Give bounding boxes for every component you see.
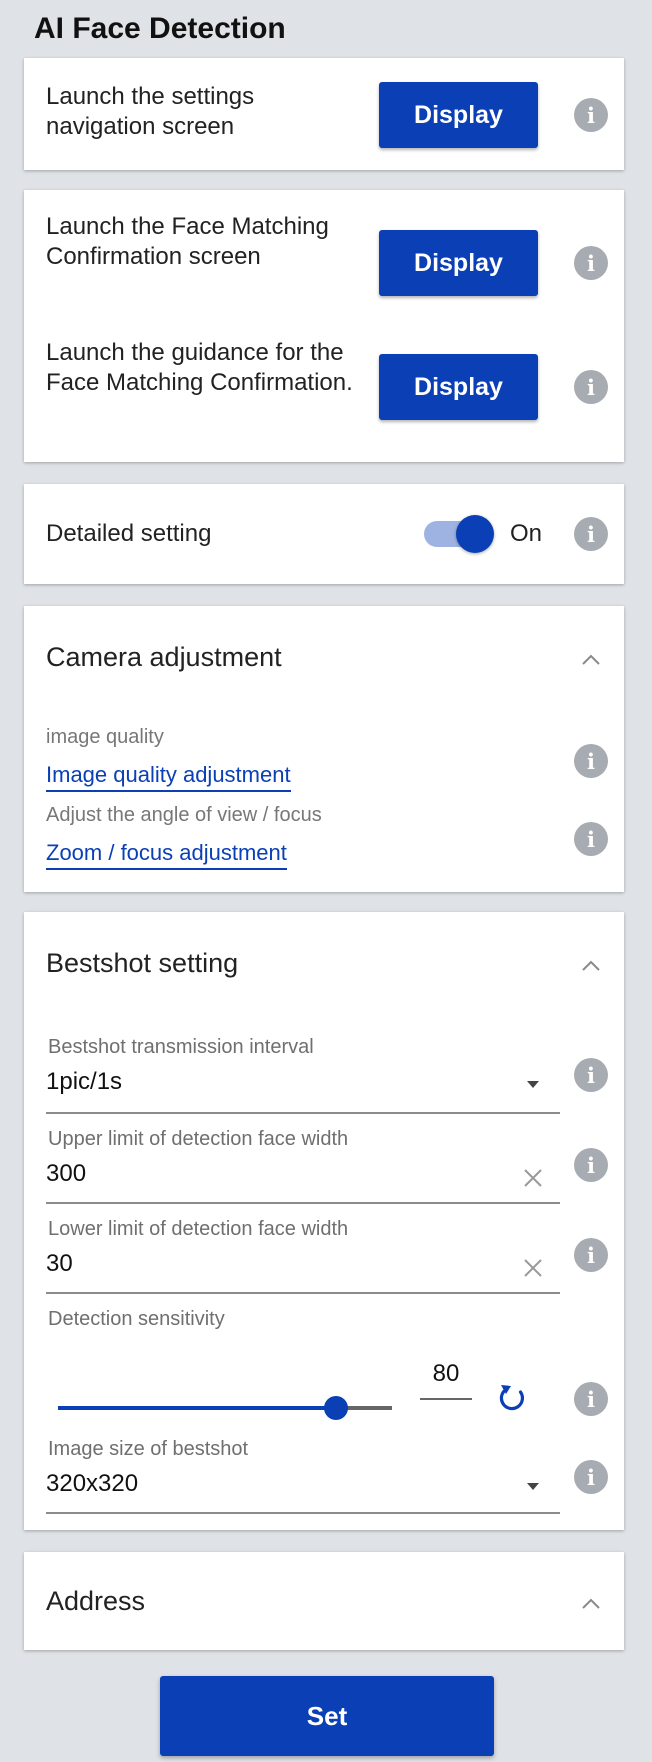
lower-limit-input[interactable]: 30 <box>46 1250 73 1278</box>
face-matching-confirmation-display-button[interactable]: Display <box>379 230 538 296</box>
face-matching-guidance-display-button[interactable]: Display <box>379 354 538 420</box>
detailed-setting-card: Detailed setting On i <box>24 484 624 584</box>
info-icon[interactable]: i <box>574 517 608 551</box>
face-matching-guidance-label: Launch the guidance for the Face Matchin… <box>46 339 353 396</box>
clear-icon[interactable] <box>520 1165 546 1191</box>
chevron-up-icon[interactable] <box>576 956 606 976</box>
lower-limit-label: Lower limit of detection face width <box>48 1218 349 1240</box>
info-icon[interactable]: i <box>574 98 608 132</box>
image-quality-caption: image quality <box>46 726 164 748</box>
upper-limit-input[interactable]: 300 <box>46 1160 86 1188</box>
set-button[interactable]: Set <box>160 1676 494 1756</box>
info-icon[interactable]: i <box>574 1382 608 1416</box>
detailed-setting-state: On <box>510 520 543 547</box>
info-icon[interactable]: i <box>574 246 608 280</box>
settings-navigation-display-button[interactable]: Display <box>379 82 538 148</box>
camera-adjustment-title: Camera adjustment <box>46 642 282 672</box>
info-icon[interactable]: i <box>574 744 608 778</box>
detection-sensitivity-label: Detection sensitivity <box>48 1308 225 1330</box>
info-icon[interactable]: i <box>574 1460 608 1494</box>
bestshot-interval-select[interactable]: 1pic/1s <box>46 1068 122 1096</box>
chevron-up-icon[interactable] <box>576 650 606 670</box>
sensitivity-slider-thumb[interactable] <box>324 1396 348 1420</box>
sensitivity-slider-track-filled[interactable] <box>58 1406 336 1410</box>
upper-limit-label: Upper limit of detection face width <box>48 1128 349 1150</box>
info-icon[interactable]: i <box>574 1058 608 1092</box>
zoom-focus-adjustment-link[interactable]: Zoom / focus adjustment <box>46 840 287 870</box>
bestshot-image-size-select[interactable]: 320x320 <box>46 1470 138 1498</box>
bestshot-image-size-label: Image size of bestshot <box>48 1438 249 1460</box>
upper-limit-underline <box>46 1202 560 1204</box>
detailed-setting-toggle-knob[interactable] <box>456 515 494 553</box>
lower-limit-underline <box>46 1292 560 1294</box>
bestshot-setting-card: Bestshot setting Bestshot transmission i… <box>24 912 624 1530</box>
sensitivity-value-underline <box>420 1398 472 1400</box>
face-matching-card: Launch the Face Matching Confirmation sc… <box>24 190 624 462</box>
address-card: Address <box>24 1552 624 1650</box>
detailed-setting-label: Detailed setting <box>46 520 212 547</box>
chevron-up-icon[interactable] <box>576 1594 606 1614</box>
dropdown-arrow-icon[interactable] <box>527 1081 539 1088</box>
bestshot-image-size-underline <box>46 1512 560 1514</box>
info-icon[interactable]: i <box>574 1238 608 1272</box>
camera-adjustment-card: Camera adjustment image quality Image qu… <box>24 606 624 892</box>
reset-icon[interactable] <box>496 1382 530 1416</box>
address-title: Address <box>46 1586 146 1616</box>
info-icon[interactable]: i <box>574 370 608 404</box>
bestshot-interval-underline <box>46 1112 560 1114</box>
image-quality-adjustment-link[interactable]: Image quality adjustment <box>46 762 291 792</box>
zoom-focus-caption: Adjust the angle of view / focus <box>46 804 322 826</box>
dropdown-arrow-icon[interactable] <box>527 1483 539 1490</box>
clear-icon[interactable] <box>520 1255 546 1281</box>
face-matching-confirmation-label: Launch the Face Matching Confirmation sc… <box>46 213 329 270</box>
bestshot-setting-title: Bestshot setting <box>46 948 239 978</box>
settings-navigation-card: Launch the settings navigation screen Di… <box>24 58 624 170</box>
settings-navigation-label: Launch the settings navigation screen <box>46 83 255 140</box>
page-title: AI Face Detection <box>34 12 286 45</box>
info-icon[interactable]: i <box>574 822 608 856</box>
info-icon[interactable]: i <box>574 1148 608 1182</box>
sensitivity-value-input[interactable]: 80 <box>420 1360 472 1388</box>
bestshot-interval-label: Bestshot transmission interval <box>48 1036 314 1058</box>
